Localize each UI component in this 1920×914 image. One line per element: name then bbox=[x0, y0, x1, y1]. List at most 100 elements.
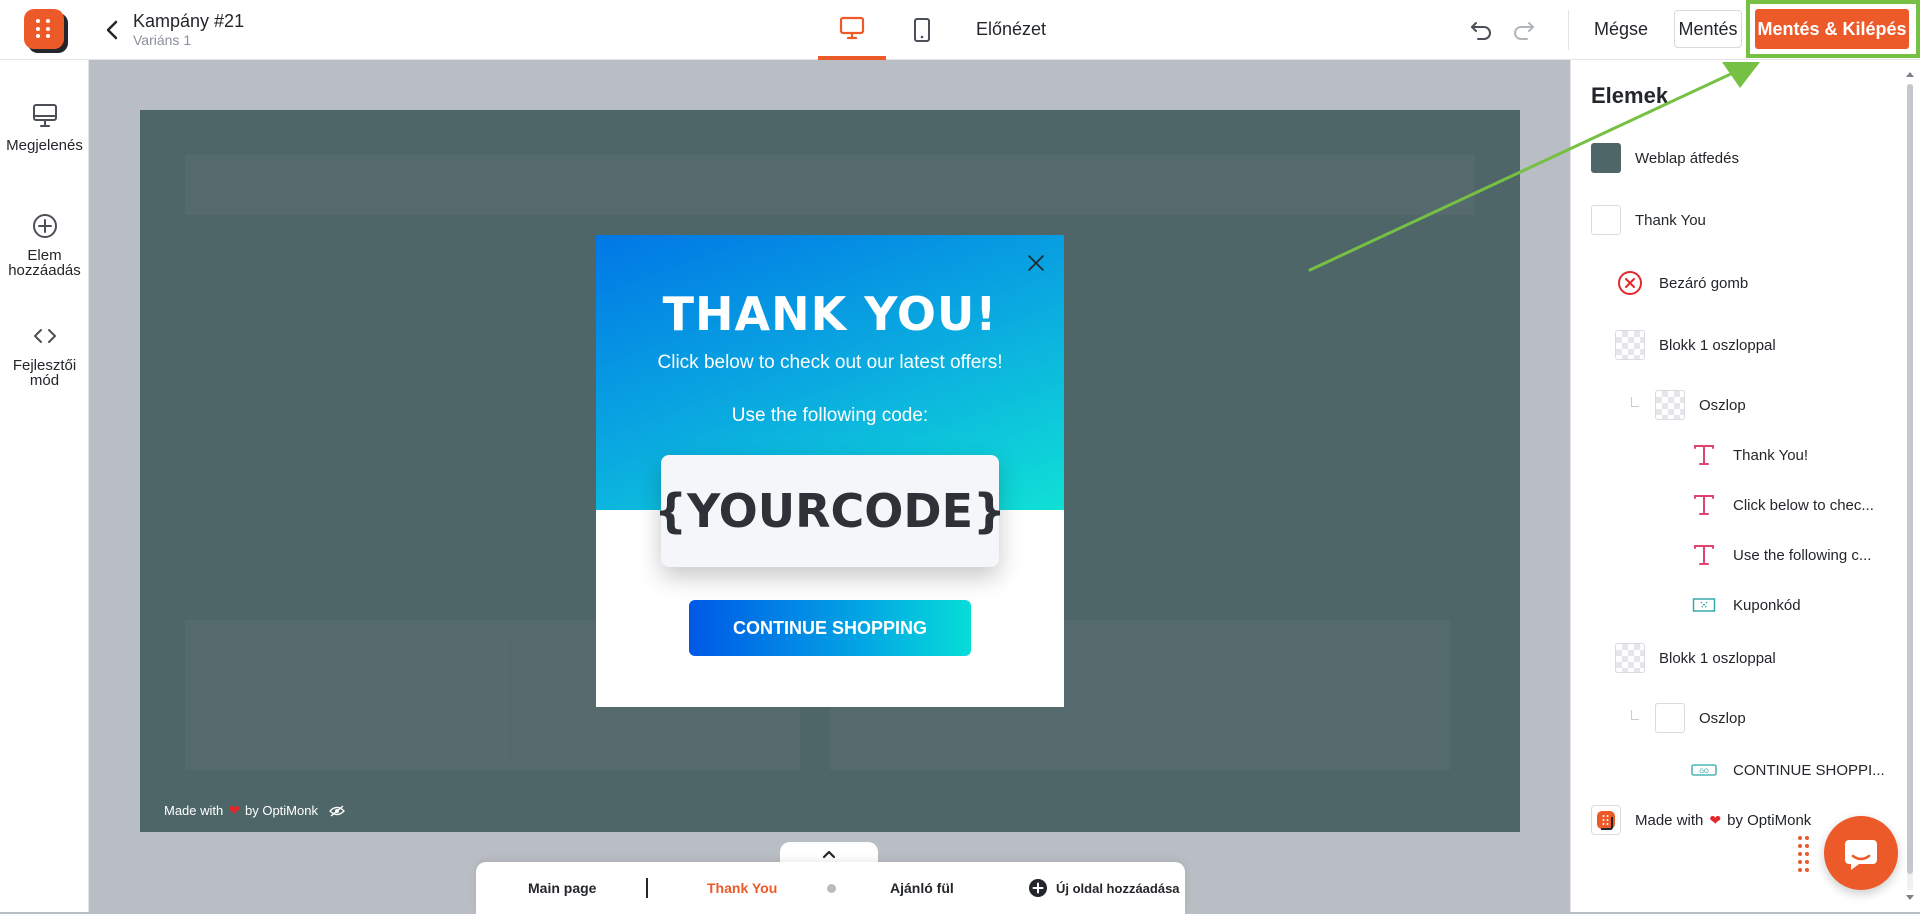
layer-label: Blokk 1 oszloppal bbox=[1659, 336, 1776, 354]
scroll-up-icon bbox=[1906, 72, 1914, 77]
variant-name: Variáns 1 bbox=[133, 32, 192, 48]
popup-subtitle[interactable]: Click below to check out our latest offe… bbox=[596, 352, 1064, 374]
layer-label: Click below to chec... bbox=[1733, 496, 1874, 514]
layer-label: Thank You! bbox=[1733, 446, 1809, 464]
chevron-up-icon bbox=[822, 850, 836, 859]
button-icon: GO bbox=[1691, 764, 1717, 776]
chat-icon bbox=[1845, 840, 1877, 870]
layer-label: by OptiMonk bbox=[1727, 811, 1812, 829]
campaign-title: Kampány #21 bbox=[133, 11, 245, 31]
heart-icon: ❤ bbox=[1709, 811, 1722, 828]
layer-label: Bezáró gomb bbox=[1659, 274, 1749, 292]
layer-website-overlay[interactable]: Weblap átfedés bbox=[1591, 143, 1739, 173]
scrollbar-thumb[interactable] bbox=[1907, 84, 1913, 874]
layer-column-2[interactable]: Oszlop bbox=[1655, 703, 1746, 733]
layer-label: Weblap átfedés bbox=[1635, 149, 1739, 167]
hide-eye-icon[interactable] bbox=[329, 805, 345, 817]
left-sidebar: Megjelenés Elem hozzáadás Fejlesztői mód bbox=[0, 60, 89, 912]
layer-close-button[interactable]: Bezáró gomb bbox=[1615, 268, 1748, 298]
layer-made-with-badge[interactable]: Made with ❤ by OptiMonk bbox=[1591, 805, 1811, 835]
undo-icon[interactable] bbox=[1466, 16, 1496, 44]
layer-text-use-following[interactable]: Use the following c... bbox=[1689, 540, 1871, 570]
layer-label: Blokk 1 oszloppal bbox=[1659, 649, 1776, 667]
desktop-view-button[interactable] bbox=[818, 0, 886, 60]
chat-drag-handle-icon[interactable] bbox=[1798, 836, 1812, 876]
mobile-view-button[interactable] bbox=[888, 0, 956, 60]
continue-shopping-button[interactable]: CONTINUE SHOPPING bbox=[689, 600, 971, 656]
panel-scrollbar[interactable] bbox=[1903, 66, 1917, 906]
tree-connector bbox=[1631, 710, 1639, 720]
layer-label: Oszlop bbox=[1699, 396, 1746, 414]
mobile-icon bbox=[914, 18, 930, 42]
top-bar: Kampány #21 Variáns 1 Előnézet Mégse Men… bbox=[0, 0, 1920, 60]
text-icon bbox=[1694, 545, 1714, 565]
layer-label: Kuponkód bbox=[1733, 596, 1801, 614]
layer-block-1[interactable]: Blokk 1 oszloppal bbox=[1615, 330, 1776, 360]
save-and-exit-button[interactable]: Mentés & Kilépés bbox=[1755, 9, 1909, 49]
transparent-swatch bbox=[1615, 330, 1645, 360]
redo-icon[interactable] bbox=[1509, 16, 1539, 44]
popup-code-label[interactable]: Use the following code: bbox=[596, 405, 1064, 427]
editor-canvas: THANK YOU! Click below to check out our … bbox=[90, 60, 1570, 912]
layer-label: Oszlop bbox=[1699, 709, 1746, 727]
text-icon bbox=[1694, 445, 1714, 465]
scroll-down-icon bbox=[1906, 895, 1914, 900]
layer-text-thank-you[interactable]: Thank You! bbox=[1689, 440, 1808, 470]
panel-title: Elemek bbox=[1591, 83, 1669, 108]
optimonk-logo-icon[interactable] bbox=[24, 9, 64, 49]
save-exit-highlight: Mentés & Kilépés bbox=[1746, 0, 1920, 58]
save-button[interactable]: Mentés bbox=[1674, 10, 1742, 48]
page-tabs-bar: Main page Thank You Ajánló fül Új oldal … bbox=[476, 862, 1185, 914]
coupon-code-box[interactable]: {YOURCODE} bbox=[654, 455, 1006, 567]
layer-continue-button[interactable]: GO CONTINUE SHOPPI... bbox=[1689, 755, 1885, 785]
add-page-button[interactable]: Új oldal hozzáadása bbox=[1028, 878, 1180, 898]
layer-coupon-code[interactable]: Kuponkód bbox=[1689, 590, 1801, 620]
layer-block-2[interactable]: Blokk 1 oszloppal bbox=[1615, 643, 1776, 673]
made-with-badge[interactable]: Made with ❤ by OptiMonk bbox=[164, 802, 345, 819]
sidebar-item-label: Fejlesztői mód bbox=[12, 357, 77, 389]
thank-you-popup[interactable]: THANK YOU! Click below to check out our … bbox=[596, 235, 1064, 707]
header-divider bbox=[1568, 10, 1569, 50]
made-with-prefix: Made with bbox=[164, 803, 224, 818]
chat-support-button[interactable] bbox=[1824, 816, 1898, 890]
sidebar-item-appearance[interactable]: Megjelenés bbox=[0, 98, 89, 153]
preview-link[interactable]: Előnézet bbox=[976, 19, 1046, 40]
transparent-swatch bbox=[1655, 390, 1685, 420]
sidebar-item-developer-mode[interactable]: Fejlesztői mód bbox=[0, 318, 89, 388]
tab-divider bbox=[646, 878, 648, 898]
popup-title[interactable]: THANK YOU! bbox=[596, 287, 1064, 341]
sidebar-item-label: Megjelenés bbox=[6, 137, 83, 154]
close-circle-icon bbox=[1618, 271, 1642, 295]
layer-column-1[interactable]: Oszlop bbox=[1655, 390, 1746, 420]
code-icon bbox=[33, 329, 56, 343]
sidebar-item-label: Elem hozzáadás bbox=[8, 247, 81, 279]
made-with-suffix: by OptiMonk bbox=[244, 803, 318, 818]
popup-close-icon[interactable] bbox=[1026, 253, 1046, 273]
layer-text-click-below[interactable]: Click below to chec... bbox=[1689, 490, 1874, 520]
plus-circle-icon bbox=[32, 214, 57, 238]
website-overlay[interactable]: THANK YOU! Click below to check out our … bbox=[140, 110, 1520, 832]
tab-thank-you[interactable]: Thank You bbox=[707, 880, 777, 896]
transparent-swatch bbox=[1615, 643, 1645, 673]
plus-circle-icon bbox=[1029, 879, 1047, 897]
coupon-code: {YOURCODE} bbox=[654, 484, 1006, 538]
desktop-icon bbox=[839, 16, 865, 40]
layer-label: Thank You bbox=[1635, 211, 1706, 229]
tree-connector bbox=[1631, 397, 1639, 407]
add-page-label: Új oldal hozzáadása bbox=[1056, 880, 1180, 896]
layer-label: Use the following c... bbox=[1733, 546, 1872, 564]
optimonk-logo-icon bbox=[1597, 811, 1615, 830]
tab-main-page[interactable]: Main page bbox=[528, 880, 596, 896]
column-swatch bbox=[1655, 703, 1685, 733]
monitor-icon bbox=[32, 104, 57, 127]
sidebar-item-add-element[interactable]: Elem hozzáadás bbox=[0, 208, 89, 278]
tab-recommender[interactable]: Ajánló fül bbox=[890, 880, 954, 896]
tab-dot bbox=[827, 884, 836, 893]
coupon-icon bbox=[1692, 598, 1716, 612]
layer-thank-you-page[interactable]: Thank You bbox=[1591, 205, 1706, 235]
layer-label: CONTINUE SHOPPI... bbox=[1733, 761, 1885, 779]
cancel-button[interactable]: Mégse bbox=[1580, 10, 1662, 48]
overlay-swatch bbox=[1591, 143, 1621, 173]
back-arrow-icon[interactable] bbox=[100, 16, 124, 44]
page-swatch bbox=[1591, 205, 1621, 235]
